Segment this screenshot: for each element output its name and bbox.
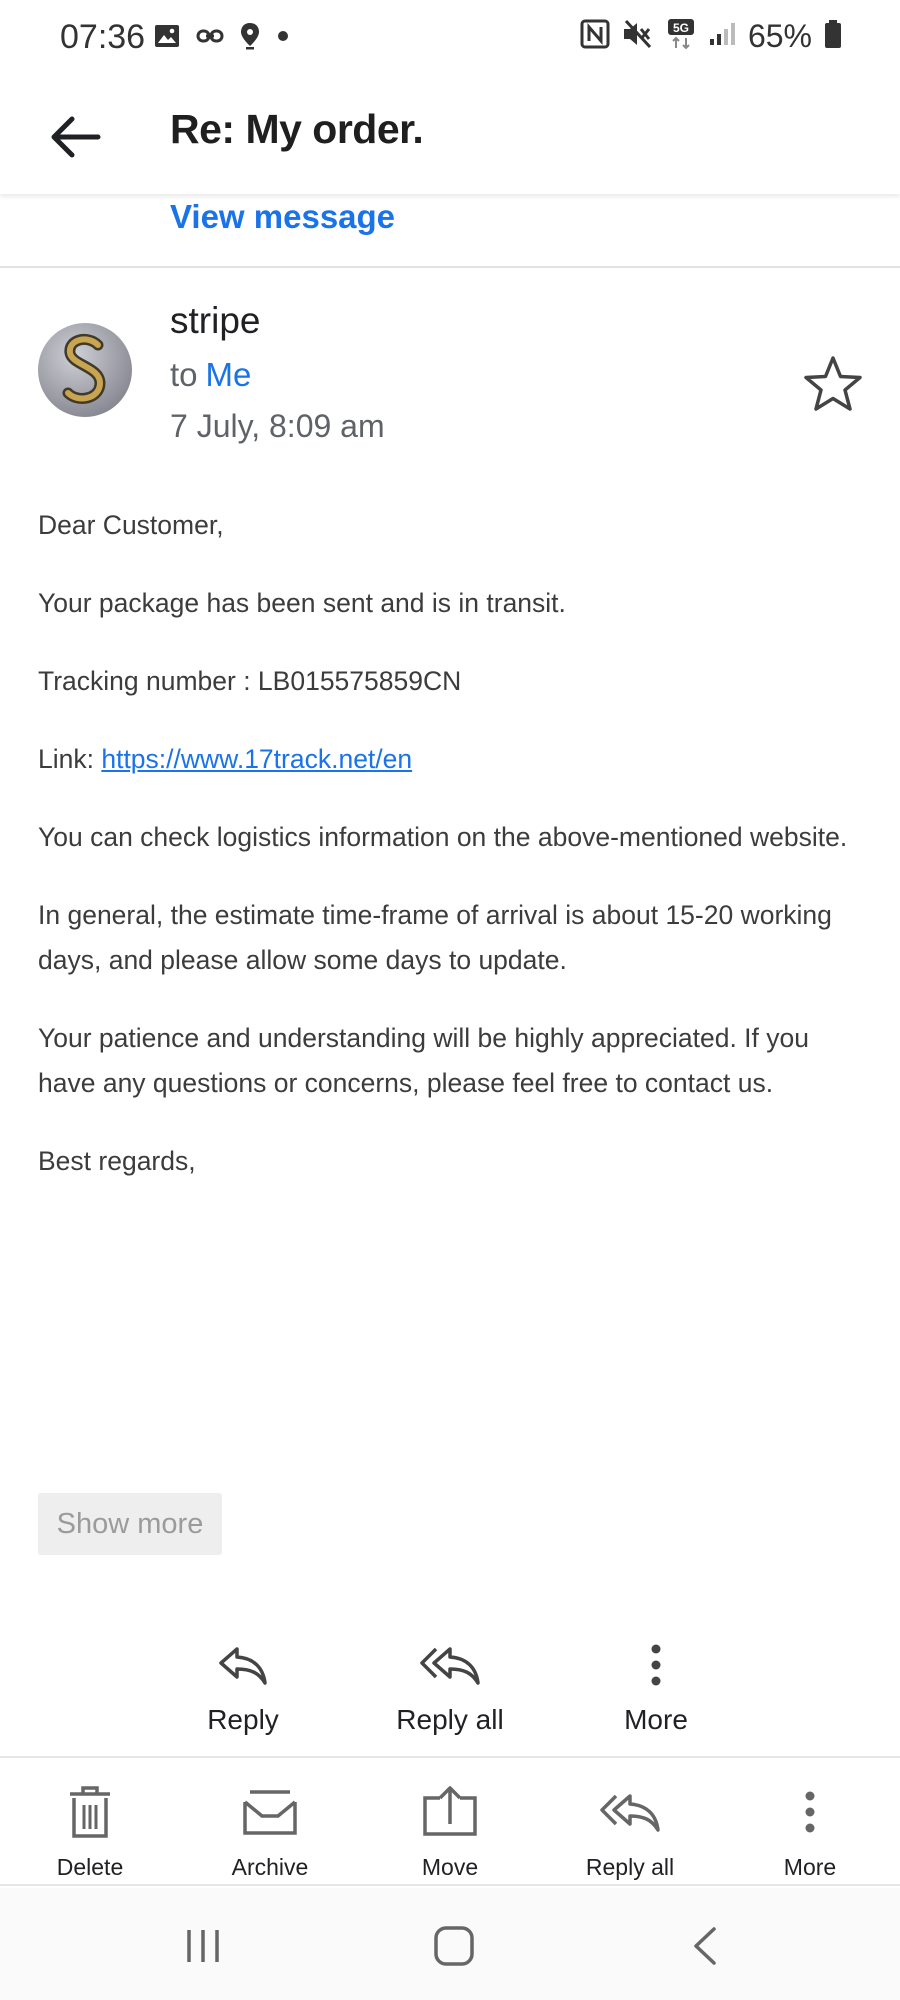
more-vertical-icon bbox=[805, 1791, 815, 1833]
reply-label: Reply bbox=[207, 1704, 279, 1735]
stripe-avatar-image bbox=[62, 333, 106, 404]
reply-all-button[interactable]: Reply all bbox=[360, 1630, 540, 1736]
message-date: 7 July, 8:09 am bbox=[170, 408, 385, 444]
delete-label: Delete bbox=[56, 1854, 124, 1880]
dot-icon bbox=[276, 29, 290, 48]
link-icon bbox=[196, 27, 224, 50]
recent-apps-icon bbox=[187, 1930, 219, 1962]
trash-icon bbox=[70, 1786, 110, 1838]
more-actions-button[interactable]: More bbox=[566, 1630, 746, 1736]
reply-all-icon bbox=[600, 1794, 660, 1832]
move-icon bbox=[423, 1786, 477, 1836]
system-nav-bar bbox=[0, 1888, 900, 2000]
body-link-line: Link: https://www.17track.net/en bbox=[38, 737, 868, 782]
body-line-logistics: You can check logistics information on t… bbox=[38, 822, 848, 852]
sender-name[interactable]: stripe bbox=[170, 300, 260, 342]
image-icon bbox=[154, 24, 180, 53]
message-body: Dear Customer, Your package has been sen… bbox=[38, 503, 868, 1217]
body-line-arrival: In general, the estimate time-frame of a… bbox=[38, 900, 832, 975]
view-message-row: View message bbox=[0, 194, 900, 268]
location-icon bbox=[240, 22, 260, 55]
body-line-transit: Your package has been sent and is in tra… bbox=[38, 588, 566, 618]
link-label: Link: bbox=[38, 744, 102, 774]
message-subject: Re: My order. bbox=[170, 106, 424, 152]
signal-icon bbox=[708, 21, 736, 52]
status-right-icons: 5G 65% bbox=[580, 18, 842, 55]
move-button[interactable]: Move bbox=[370, 1778, 530, 1881]
recipient-line[interactable]: to Me bbox=[170, 356, 251, 394]
body-line-patience: Your patience and understanding will be … bbox=[38, 1023, 809, 1098]
reply-button[interactable]: Reply bbox=[153, 1630, 333, 1736]
status-left-icons bbox=[154, 22, 290, 55]
status-time: 07:36 bbox=[60, 18, 146, 56]
back-button[interactable] bbox=[40, 102, 110, 172]
more-actions-label: More bbox=[624, 1704, 688, 1735]
battery-percent: 65% bbox=[747, 18, 812, 54]
arrow-left-icon bbox=[51, 116, 101, 158]
battery-icon bbox=[824, 19, 842, 54]
reply-all-label: Reply all bbox=[396, 1704, 504, 1735]
tracking-link[interactable]: https://www.17track.net/en bbox=[101, 744, 412, 774]
archive-button[interactable]: Archive bbox=[190, 1778, 350, 1881]
to-prefix: to bbox=[170, 356, 198, 393]
nfc-icon bbox=[580, 19, 610, 54]
delete-button[interactable]: Delete bbox=[10, 1778, 170, 1881]
status-bar: 07:36 5G 65% bbox=[0, 0, 900, 80]
archive-icon bbox=[243, 1790, 297, 1835]
recent-apps-button[interactable] bbox=[168, 1916, 238, 1976]
body-tracking-number: Tracking number : LB015575859CN bbox=[38, 666, 462, 696]
star-outline-icon bbox=[804, 356, 862, 411]
bottom-toolbar: Delete Archive Move Reply all More bbox=[0, 1756, 900, 1886]
show-more-button[interactable]: Show more bbox=[38, 1493, 222, 1555]
reply-actions: Reply Reply all More bbox=[0, 1630, 900, 1755]
body-greeting: Dear Customer, bbox=[38, 510, 224, 540]
home-button[interactable] bbox=[419, 1916, 489, 1976]
toolbar-reply-all-button[interactable]: Reply all bbox=[550, 1778, 710, 1881]
archive-label: Archive bbox=[231, 1854, 309, 1880]
view-message-link[interactable]: View message bbox=[170, 198, 395, 236]
system-back-button[interactable] bbox=[670, 1916, 740, 1976]
toolbar-more-label: More bbox=[783, 1854, 837, 1880]
5g-icon: 5G bbox=[666, 18, 696, 55]
reply-all-icon bbox=[420, 1647, 480, 1685]
svg-text:5G: 5G bbox=[673, 21, 689, 35]
toolbar-more-button[interactable]: More bbox=[730, 1778, 890, 1881]
message-header: Re: My order. bbox=[0, 80, 900, 194]
recipient-name: Me bbox=[205, 356, 252, 393]
more-vertical-icon bbox=[651, 1644, 661, 1686]
move-label: Move bbox=[421, 1854, 479, 1880]
mute-icon bbox=[622, 19, 654, 54]
toolbar-reply-all-label: Reply all bbox=[585, 1854, 675, 1880]
chevron-left-icon bbox=[694, 1927, 716, 1965]
home-icon bbox=[434, 1926, 474, 1966]
reply-icon bbox=[219, 1647, 267, 1685]
avatar[interactable] bbox=[38, 323, 132, 417]
star-button[interactable] bbox=[800, 352, 866, 418]
body-signoff: Best regards, bbox=[38, 1146, 196, 1176]
